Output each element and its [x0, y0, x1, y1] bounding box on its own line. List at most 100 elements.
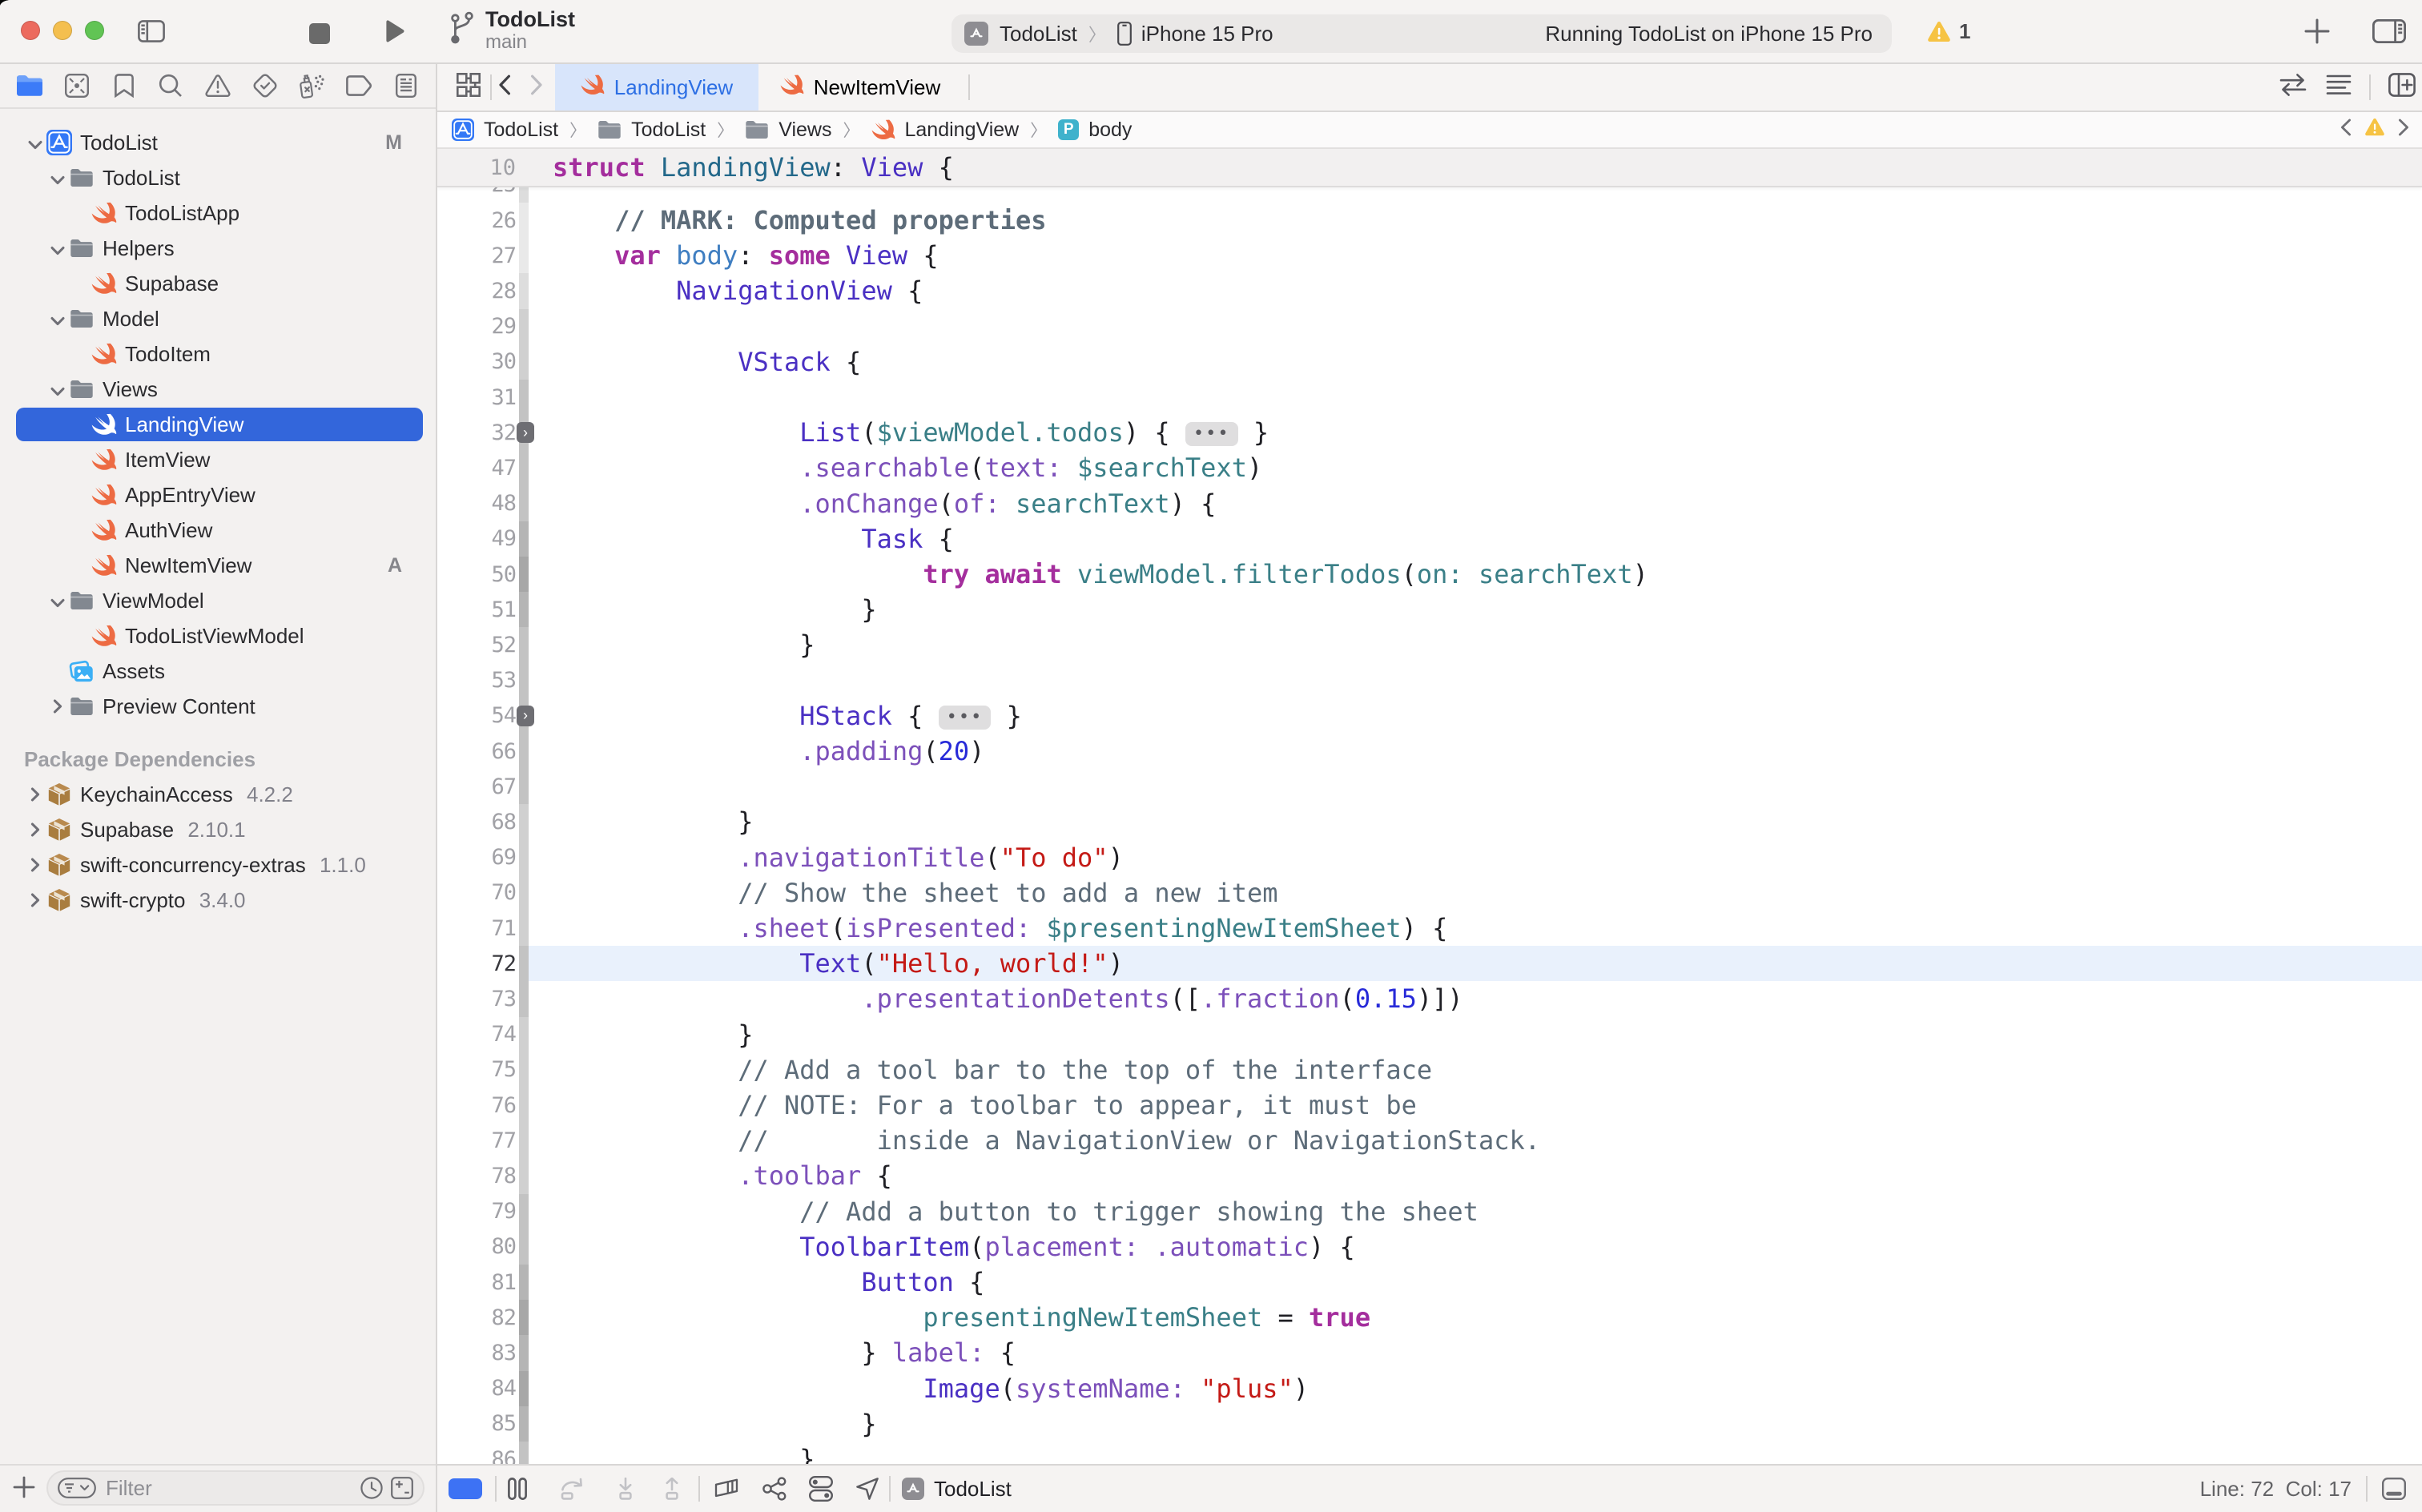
tree-item-appentryview[interactable]: AppEntryView: [0, 477, 436, 513]
environment-overrides-icon[interactable]: [809, 1476, 833, 1502]
add-button[interactable]: [2303, 18, 2331, 51]
code-line-84[interactable]: 84 Image(systemName: "plus"): [437, 1371, 2422, 1406]
tab-landingview[interactable]: LandingView: [555, 64, 758, 111]
debug-view-hierarchy-icon[interactable]: [714, 1477, 740, 1501]
sidebar-add-icon[interactable]: [13, 1476, 35, 1498]
add-editor-icon[interactable]: [2388, 73, 2416, 103]
code-line-82[interactable]: 82 presentingNewItemSheet = true: [437, 1300, 2422, 1335]
tree-item-authview[interactable]: AuthView: [0, 513, 436, 548]
toggle-inspector-icon[interactable]: [2372, 19, 2406, 50]
code-line-75[interactable]: 75 // Add a tool bar to the top of the i…: [437, 1052, 2422, 1088]
disclosure-down-icon[interactable]: [46, 377, 69, 402]
tree-item-swift-crypto[interactable]: swift-crypto 3.4.0: [0, 883, 436, 918]
code-line-50[interactable]: 50 try await viewModel.filterTodos(on: s…: [437, 557, 2422, 592]
source-control-navigator-icon[interactable]: [56, 68, 98, 103]
tree-item-keychainaccess[interactable]: KeychainAccess 4.2.2: [0, 777, 436, 812]
code-line-51[interactable]: 51 }: [437, 592, 2422, 627]
go-forward-icon[interactable]: [530, 74, 543, 101]
jumpbar-warning-icon[interactable]: [2364, 118, 2385, 143]
toggle-debug-console-icon[interactable]: [2382, 1478, 2406, 1500]
warning-indicator[interactable]: 1: [1927, 19, 1970, 44]
folded-code-icon[interactable]: •••: [1185, 422, 1238, 446]
debug-memory-graph-icon[interactable]: [762, 1477, 787, 1501]
code-line-28[interactable]: 28 NavigationView {: [437, 273, 2422, 308]
close-button[interactable]: [21, 21, 40, 40]
code-line-86[interactable]: 86 }: [437, 1442, 2422, 1464]
tab-newitemview[interactable]: NewItemView: [758, 64, 962, 111]
tree-item-todolist[interactable]: TodoListM: [0, 125, 436, 160]
step-into-icon[interactable]: [615, 1478, 636, 1500]
go-back-icon[interactable]: [498, 74, 511, 101]
code-line-83[interactable]: 83 } label: {: [437, 1335, 2422, 1370]
disclosure-right-icon[interactable]: [24, 888, 46, 913]
tree-item-newitemview[interactable]: NewItemViewA: [0, 548, 436, 583]
zoom-button[interactable]: [85, 21, 104, 40]
folded-code-icon[interactable]: •••: [939, 706, 992, 730]
code-line-53[interactable]: 53: [437, 663, 2422, 698]
tree-item-itemview[interactable]: ItemView: [0, 442, 436, 477]
pause-execution-icon[interactable]: [508, 1478, 527, 1500]
code-line-54[interactable]: 54› HStack { ••• }: [437, 698, 2422, 734]
tree-item-swift-concurrency-extras[interactable]: swift-concurrency-extras 1.1.0: [0, 847, 436, 883]
code-line-47[interactable]: 47 .searchable(text: $searchText): [437, 450, 2422, 485]
step-over-icon[interactable]: [561, 1478, 588, 1500]
tree-item-todolistapp[interactable]: TodoListApp: [0, 195, 436, 231]
disclosure-right-icon[interactable]: [24, 782, 46, 807]
disclosure-down-icon[interactable]: [46, 589, 69, 613]
jumpbar-item[interactable]: body: [1088, 119, 1132, 142]
tree-item-viewmodel[interactable]: ViewModel: [0, 583, 436, 618]
tree-item-helpers[interactable]: Helpers: [0, 231, 436, 266]
code-line-26[interactable]: 26 // MARK: Computed properties: [437, 203, 2422, 238]
code-line-78[interactable]: 78 .toolbar {: [437, 1158, 2422, 1193]
tree-item-todolist[interactable]: TodoList: [0, 160, 436, 195]
previous-issue-icon[interactable]: [2340, 119, 2352, 142]
simulate-location-icon[interactable]: [855, 1477, 879, 1501]
tree-item-todolistviewmodel[interactable]: TodoListViewModel: [0, 618, 436, 653]
code-fold-marker-icon[interactable]: ›: [517, 422, 534, 443]
adjust-editor-icon[interactable]: [2326, 74, 2352, 101]
code-line-27[interactable]: 27 var body: some View {: [437, 238, 2422, 273]
disclosure-down-icon[interactable]: [24, 131, 46, 155]
code-line-52[interactable]: 52 }: [437, 627, 2422, 662]
debug-navigator-icon[interactable]: [291, 68, 332, 103]
disclosure-right-icon[interactable]: [24, 853, 46, 878]
disclosure-right-icon[interactable]: [24, 818, 46, 842]
tests-navigator-icon[interactable]: [244, 68, 286, 103]
disclosure-right-icon[interactable]: [46, 694, 69, 719]
jumpbar-item[interactable]: TodoList: [484, 119, 558, 142]
breakpoints-navigator-icon[interactable]: [338, 68, 380, 103]
code-line-66[interactable]: 66 .padding(20): [437, 734, 2422, 769]
code-line-70[interactable]: 70 // Show the sheet to add a new item: [437, 875, 2422, 911]
related-items-icon[interactable]: [2279, 73, 2307, 103]
code-line-71[interactable]: 71 .sheet(isPresented: $presentingNewIte…: [437, 911, 2422, 946]
reports-navigator-icon[interactable]: [385, 68, 427, 103]
project-navigator-icon[interactable]: [9, 68, 50, 103]
code-line-30[interactable]: 30 VStack {: [437, 344, 2422, 380]
tree-item-supabase[interactable]: Supabase 2.10.1: [0, 812, 436, 847]
tree-item-supabase[interactable]: Supabase: [0, 266, 436, 301]
code-line-80[interactable]: 80 ToolbarItem(placement: .automatic) {: [437, 1229, 2422, 1265]
code-line-67[interactable]: 67: [437, 769, 2422, 804]
tree-item-model[interactable]: Model: [0, 301, 436, 336]
run-button[interactable]: [384, 19, 405, 50]
code-line-48[interactable]: 48 .onChange(of: searchText) {: [437, 486, 2422, 521]
code-line-49[interactable]: 49 Task {: [437, 521, 2422, 557]
code-line-74[interactable]: 74 }: [437, 1017, 2422, 1052]
issues-navigator-icon[interactable]: [197, 68, 239, 103]
stop-button[interactable]: [309, 21, 330, 50]
tree-item-todoitem[interactable]: TodoItem: [0, 336, 436, 372]
tree-item-views[interactable]: Views: [0, 372, 436, 407]
step-out-icon[interactable]: [662, 1478, 682, 1500]
editor-layout-icon[interactable]: [457, 73, 481, 103]
scheme-device[interactable]: iPhone 15 Pro: [1141, 22, 1273, 46]
find-navigator-icon[interactable]: [150, 68, 191, 103]
code-line-29[interactable]: 29: [437, 309, 2422, 344]
code-line-81[interactable]: 81 Button {: [437, 1265, 2422, 1300]
code-line-69[interactable]: 69 .navigationTitle("To do"): [437, 840, 2422, 875]
code-fold-marker-icon[interactable]: ›: [517, 706, 534, 726]
code-line-31[interactable]: 31: [437, 380, 2422, 415]
minimize-button[interactable]: [53, 21, 72, 40]
source-control-status-icon[interactable]: [391, 1477, 413, 1499]
toggle-debug-area-icon[interactable]: [449, 1478, 482, 1499]
jumpbar-item[interactable]: Views: [778, 119, 831, 142]
